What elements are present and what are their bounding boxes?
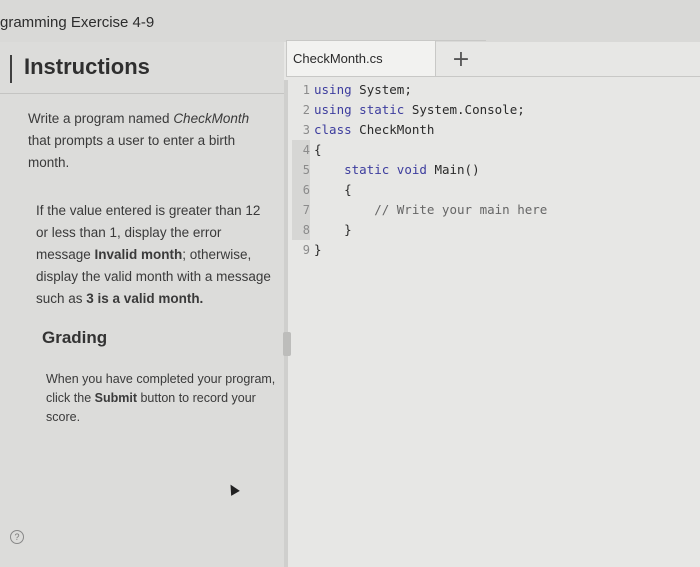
text-run: that prompts a user to enter a birth mon… — [28, 133, 236, 170]
line-number: 2 — [302, 103, 310, 117]
code-text: using System; — [314, 82, 412, 97]
code-text: class CheckMonth — [314, 122, 435, 137]
code-text: // Write your main here — [314, 202, 548, 217]
add-tab-button[interactable]: + — [436, 40, 486, 77]
code-line[interactable]: 1 using System; — [292, 80, 547, 100]
line-number: 1 — [302, 83, 310, 97]
line-number: 6 — [292, 180, 310, 200]
instructions-paragraph-1: Write a program named CheckMonth that pr… — [28, 108, 268, 174]
grading-paragraph: When you have completed your program, cl… — [46, 370, 276, 427]
line-number: 9 — [302, 243, 310, 257]
code-text: } — [344, 222, 352, 237]
code-line[interactable]: 7 // Write your main here — [292, 200, 547, 220]
panel-resize-handle[interactable] — [283, 332, 291, 356]
code-line[interactable]: 8 } — [292, 220, 547, 240]
tab-bar-divider — [286, 76, 700, 77]
code-line[interactable]: 2 using static System.Console; — [292, 100, 547, 120]
text-run: 3 is a valid month. — [86, 291, 204, 306]
code-lines[interactable]: 1 using System; 2 using static System.Conso… — [292, 80, 547, 260]
instructions-divider — [0, 93, 284, 94]
code-text: } — [314, 242, 322, 257]
code-text: using static System.Console; — [314, 102, 525, 117]
line-number: 4 — [292, 140, 310, 160]
code-line[interactable]: 6 { — [292, 180, 547, 200]
line-number: 8 — [292, 220, 310, 240]
code-text: { — [344, 182, 352, 197]
line-number: 3 — [302, 123, 310, 137]
instructions-heading: Instructions — [24, 54, 150, 79]
code-text: static void Main() — [344, 162, 480, 177]
code-line[interactable]: 4{ — [292, 140, 547, 160]
instructions-paragraph-2: If the value entered is greater than 12 … — [36, 200, 276, 310]
tab-label: CheckMonth.cs — [293, 51, 383, 66]
text-run: CheckMonth — [173, 111, 250, 126]
plus-icon: + — [451, 46, 471, 72]
code-line[interactable]: 9} — [292, 240, 547, 260]
tab-checkmonth-cs[interactable]: CheckMonth.cs — [286, 40, 436, 76]
text-run: Invalid month — [94, 247, 183, 262]
text-run: Submit — [94, 391, 137, 405]
editor-gutter — [284, 80, 288, 567]
grading-heading: Grading — [42, 328, 108, 347]
code-line[interactable]: 3 class CheckMonth — [292, 120, 547, 140]
text-run: Write a program named — [28, 111, 174, 126]
line-number: 5 — [292, 160, 310, 180]
code-text: { — [314, 142, 322, 157]
code-line[interactable]: 5 static void Main() — [292, 160, 547, 180]
instructions-accent-bar — [10, 55, 12, 83]
page-title: gramming Exercise 4-9 — [0, 14, 155, 31]
help-icon[interactable]: ? — [10, 530, 24, 544]
line-number: 7 — [292, 200, 310, 220]
